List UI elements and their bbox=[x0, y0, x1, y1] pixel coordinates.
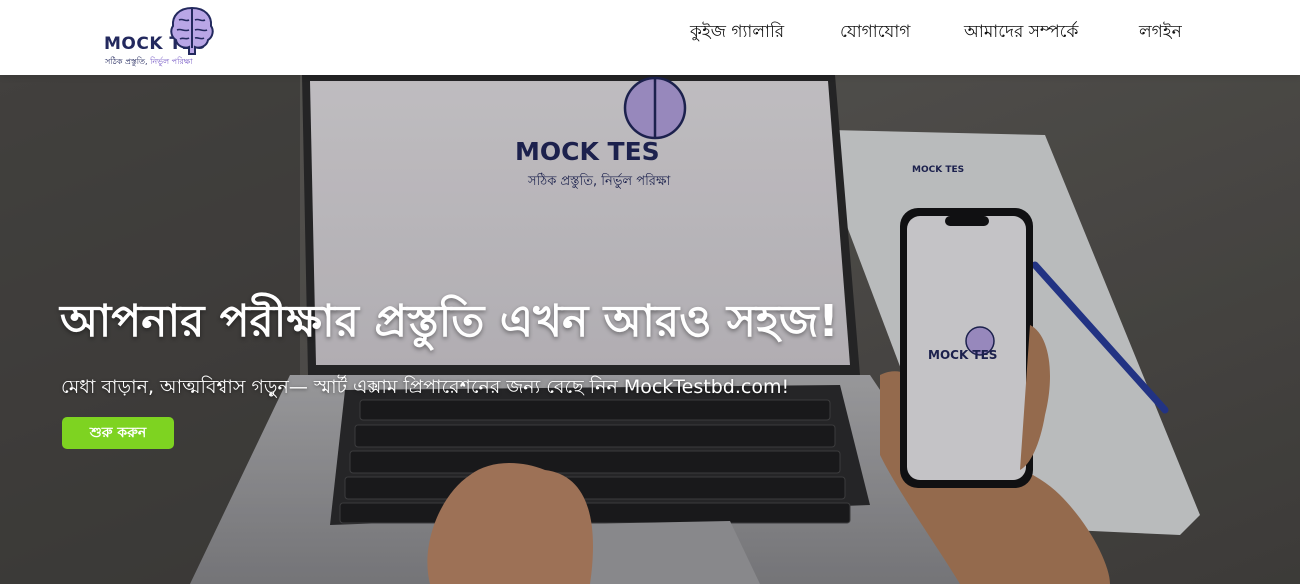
site-header: MOCK TES সঠিক প্রস্তুতি, নির্ভুল পরিক্ষা… bbox=[0, 0, 1300, 75]
hero-subtitle: মেধা বাড়ান, আত্মবিশ্বাস গড়ুন— স্মার্ট … bbox=[61, 376, 790, 398]
nav-login[interactable]: লগইন bbox=[1139, 19, 1182, 47]
brain-logo-icon bbox=[170, 6, 214, 55]
nav-quiz-gallery[interactable]: কুইজ গ্যালারি bbox=[690, 19, 784, 47]
hero-section: MOCK TES সঠিক প্রস্তুতি, নির্ভুল পরিক্ষা… bbox=[0, 75, 1300, 584]
site-logo[interactable]: MOCK TES সঠিক প্রস্তুতি, নির্ভুল পরিক্ষা bbox=[104, 4, 224, 70]
hero-title: আপনার পরীক্ষার প্রস্তুতি এখন আরও সহজ! bbox=[60, 296, 839, 347]
logo-tagline-part2: নির্ভুল পরিক্ষা bbox=[150, 57, 193, 66]
nav-contact[interactable]: যোগাযোগ bbox=[840, 19, 910, 47]
logo-tagline-part1: সঠিক প্রস্তুতি, bbox=[105, 57, 148, 66]
nav-about-us[interactable]: আমাদের সম্পর্কে bbox=[964, 19, 1078, 47]
logo-tagline: সঠিক প্রস্তুতি, নির্ভুল পরিক্ষা bbox=[105, 56, 193, 69]
get-started-button[interactable]: শুরু করুন bbox=[62, 417, 174, 449]
